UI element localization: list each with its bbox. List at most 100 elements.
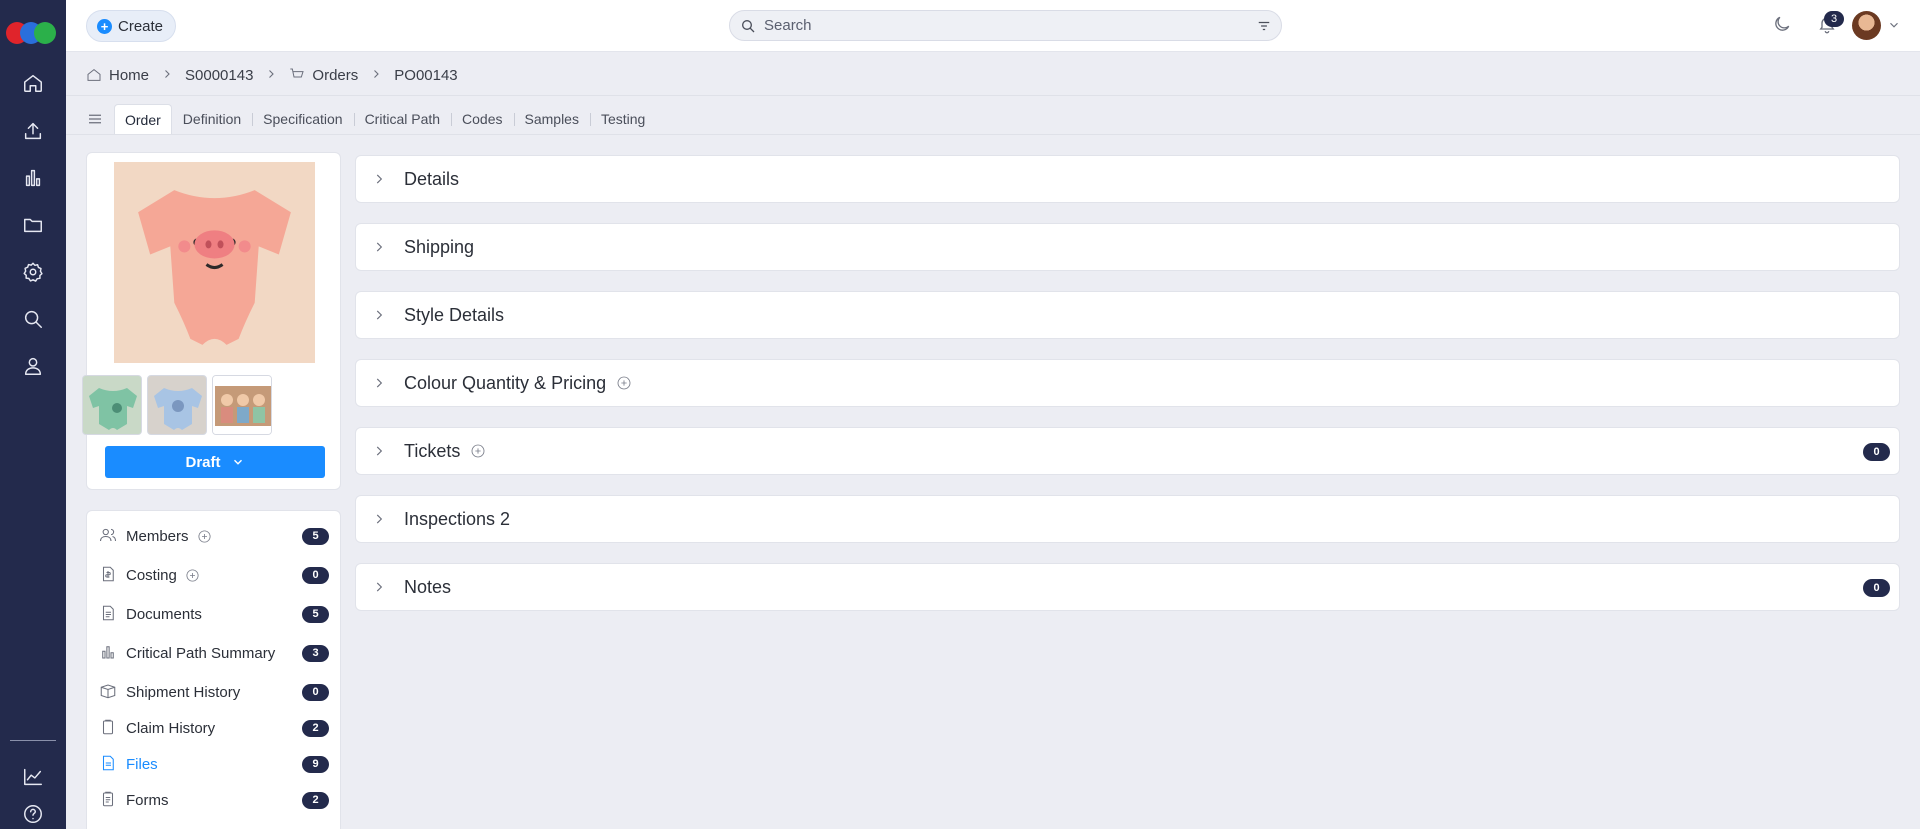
- list-item-claim-history[interactable]: Claim History 2: [99, 716, 329, 740]
- chevron-right-icon: [376, 582, 383, 592]
- section-tickets[interactable]: Tickets 0: [355, 427, 1900, 475]
- product-main-image[interactable]: [114, 162, 315, 363]
- related-items-panel: Members 5 Costing 0 Documents 5 Critical…: [86, 510, 341, 829]
- count-badge: 0: [302, 684, 329, 701]
- add-circle-icon[interactable]: [616, 375, 632, 391]
- notification-badge: 3: [1824, 11, 1844, 27]
- breadcrumb-label: Orders: [312, 66, 359, 84]
- gear-icon[interactable]: [19, 258, 47, 286]
- status-dropdown-button[interactable]: Draft: [105, 446, 325, 478]
- add-circle-icon[interactable]: [185, 568, 200, 583]
- home-icon[interactable]: [19, 69, 47, 97]
- section-notes[interactable]: Notes 0: [355, 563, 1900, 611]
- avatar[interactable]: [1852, 11, 1881, 40]
- chevron-right-icon: [161, 67, 173, 83]
- list-item-documents[interactable]: Documents 5: [99, 602, 329, 626]
- chevron-right-icon: [376, 378, 383, 388]
- breadcrumb-home[interactable]: Home: [86, 67, 149, 84]
- dark-mode-toggle[interactable]: [1772, 14, 1796, 38]
- help-icon[interactable]: [19, 800, 47, 828]
- section-title: Inspections 2: [404, 508, 511, 529]
- bar-chart-icon: [99, 643, 119, 663]
- tab-testing[interactable]: Testing: [589, 104, 656, 134]
- hamburger-menu-icon[interactable]: [86, 110, 104, 128]
- line-chart-icon[interactable]: [19, 763, 47, 791]
- list-item-label: Shipment History: [126, 683, 241, 701]
- tab-definition[interactable]: Definition: [172, 104, 252, 134]
- section-title: Style Details: [404, 304, 505, 325]
- upload-icon[interactable]: [19, 117, 47, 145]
- section-shipping[interactable]: Shipping: [355, 223, 1900, 271]
- product-thumbnail[interactable]: [82, 375, 142, 435]
- breadcrumb-label: S0000143: [185, 66, 254, 84]
- chevron-right-icon: [376, 446, 383, 456]
- rail-divider: [10, 740, 56, 741]
- list-item-files[interactable]: Files 9: [99, 752, 329, 776]
- tab-critical-path[interactable]: Critical Path: [353, 104, 451, 134]
- count-badge: 5: [302, 606, 329, 623]
- product-thumbnail[interactable]: [147, 375, 207, 435]
- section-title: Colour Quantity & Pricing: [404, 372, 607, 393]
- breadcrumb-style[interactable]: S0000143: [185, 67, 253, 84]
- breadcrumb-current: PO00143: [394, 67, 457, 84]
- list-item-costing[interactable]: Costing 0: [99, 563, 329, 587]
- list-item-label: Files: [126, 755, 158, 773]
- chevron-right-icon: [376, 242, 383, 252]
- section-colour-quantity-pricing[interactable]: Colour Quantity & Pricing: [355, 359, 1900, 407]
- list-item-critical-path-summary[interactable]: Critical Path Summary 3: [99, 641, 329, 665]
- plus-icon: +: [97, 18, 112, 34]
- count-badge: 0: [1863, 443, 1890, 461]
- list-item-label: Costing: [126, 566, 177, 584]
- list-item-label: Forms: [126, 791, 169, 809]
- section-inspections[interactable]: Inspections 2: [355, 495, 1900, 543]
- count-badge: 2: [302, 792, 329, 809]
- search-input[interactable]: [764, 17, 1234, 34]
- status-label: Draft: [185, 453, 221, 471]
- count-badge: 9: [302, 756, 329, 773]
- create-button[interactable]: + Create: [86, 10, 177, 42]
- section-style-details[interactable]: Style Details: [355, 291, 1900, 339]
- list-item-members[interactable]: Members 5: [99, 524, 329, 548]
- left-nav-rail: [0, 0, 66, 829]
- box-icon: [99, 682, 119, 702]
- list-item-label: Members: [126, 527, 189, 545]
- list-item-forms[interactable]: Forms 2: [99, 788, 329, 812]
- add-circle-icon[interactable]: [470, 443, 486, 459]
- count-badge: 3: [302, 645, 329, 662]
- chevron-right-icon: [376, 514, 383, 524]
- create-label: Create: [118, 17, 164, 35]
- count-badge: 0: [302, 567, 329, 584]
- add-circle-icon[interactable]: [197, 529, 212, 544]
- tab-bar: Order Definition Specification Critical …: [86, 104, 656, 134]
- section-title: Shipping: [404, 236, 475, 257]
- chevron-right-icon: [376, 310, 383, 320]
- filter-icon[interactable]: [1257, 19, 1271, 33]
- tab-order[interactable]: Order: [114, 104, 172, 134]
- tab-codes[interactable]: Codes: [451, 104, 513, 134]
- folder-icon[interactable]: [19, 211, 47, 239]
- list-item-label: Claim History: [126, 719, 216, 737]
- cart-icon: [290, 68, 305, 81]
- chevron-right-icon: [370, 67, 382, 83]
- top-bar: + Create: [66, 0, 1920, 52]
- price-tag-icon: [99, 565, 119, 585]
- user-icon[interactable]: [19, 352, 47, 380]
- bar-chart-icon[interactable]: [19, 164, 47, 192]
- app-logo[interactable]: [6, 22, 60, 46]
- divider: [66, 95, 1920, 96]
- moon-icon: [1775, 16, 1790, 31]
- section-title: Tickets: [404, 440, 461, 461]
- file-icon: [99, 754, 119, 774]
- list-item-shipment-history[interactable]: Shipment History 0: [99, 680, 329, 704]
- search-bar: [729, 10, 1282, 41]
- tab-specification[interactable]: Specification: [252, 104, 353, 134]
- users-icon: [99, 526, 119, 546]
- search-icon[interactable]: [19, 305, 47, 333]
- breadcrumb-orders[interactable]: Orders: [289, 67, 358, 84]
- chevron-down-icon[interactable]: [1887, 18, 1901, 32]
- section-title: Details: [404, 168, 460, 189]
- section-details[interactable]: Details: [355, 155, 1900, 203]
- section-title: Notes: [404, 576, 452, 597]
- tab-samples[interactable]: Samples: [513, 104, 590, 134]
- product-thumbnail[interactable]: [212, 375, 272, 435]
